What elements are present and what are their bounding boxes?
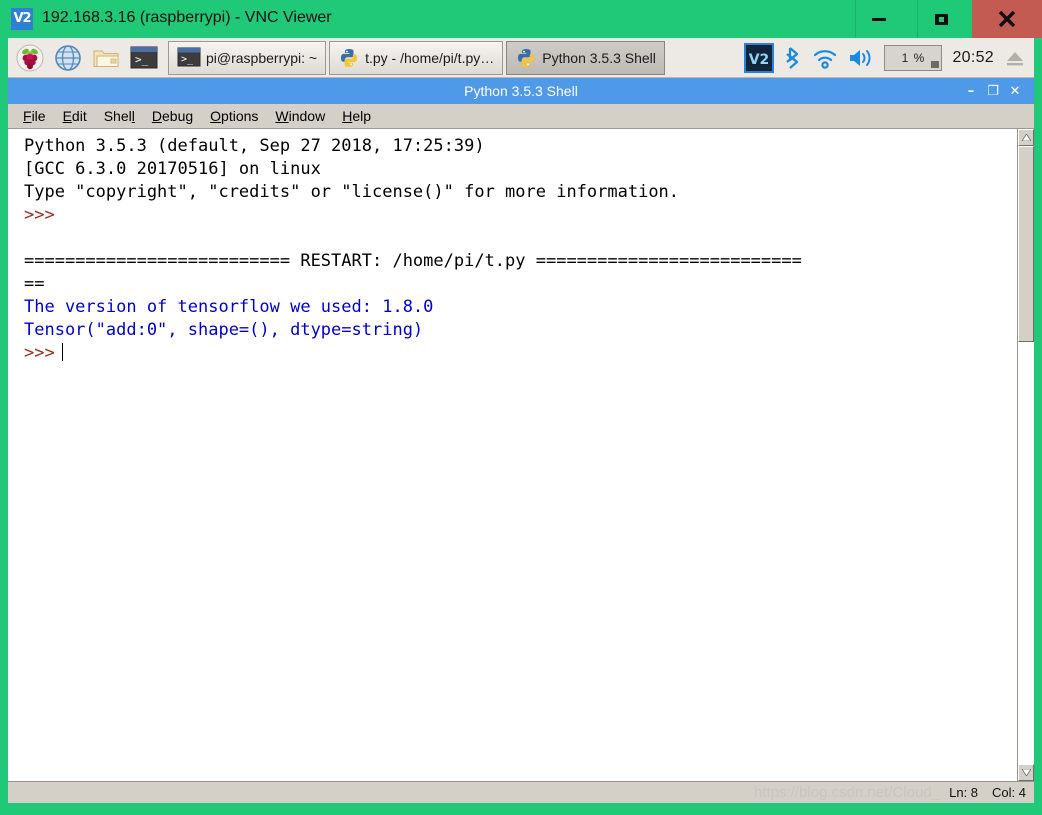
raspberry-menu-icon[interactable] <box>14 42 46 74</box>
shell-line: ========================== RESTART: /hom… <box>24 250 1017 273</box>
close-icon <box>998 10 1016 28</box>
shell-line: [GCC 6.3.0 20170516] on linux <box>24 158 1017 181</box>
vnc-minimize-button[interactable] <box>856 0 902 38</box>
python-icon <box>338 47 360 69</box>
taskbar-window-list: >_ pi@raspberrypi: ~ t.py - /home/pi/t.p… <box>168 40 665 75</box>
taskbar-window-editor-label: t.py - /home/pi/t.py… <box>365 49 495 66</box>
taskbar-window-shell-label: Python 3.5.3 Shell <box>542 49 656 66</box>
shell-minimize-button[interactable]: – <box>960 78 982 104</box>
shell-line <box>24 227 1017 250</box>
menu-debug[interactable]: Debug <box>145 106 200 126</box>
vnc-close-button[interactable] <box>972 0 1042 38</box>
shell-text-segment: [GCC 6.3.0 20170516] on linux <box>24 159 321 179</box>
vnc-viewer-screen: V2 192.168.3.16 (raspberrypi) - VNC View… <box>0 0 1042 815</box>
shell-text-segment: >>> <box>24 205 55 225</box>
menu-window[interactable]: Window <box>268 106 332 126</box>
eject-icon[interactable] <box>1004 47 1026 69</box>
menu-file[interactable]: File <box>16 106 53 126</box>
scroll-up-icon[interactable] <box>1018 129 1034 146</box>
vnc-logo-icon: V2 <box>11 8 33 30</box>
python-shell-menubar: File Edit Shell Debug Options Window Hel… <box>8 104 1034 128</box>
shell-close-button[interactable]: ✕ <box>1004 78 1026 104</box>
maximize-icon <box>935 14 948 25</box>
watermark-text: https://blog.csdn.net/Cloud_ <box>754 784 940 801</box>
menu-shell[interactable]: Shell <box>97 106 142 126</box>
python-shell-body: Python 3.5.3 (default, Sep 27 2018, 17:2… <box>8 128 1034 781</box>
taskbar-window-terminal-label: pi@raspberrypi: ~ <box>206 49 318 66</box>
shell-text-segment: The version of tensorflow we used: 1.8.0 <box>24 297 434 317</box>
bluetooth-icon[interactable] <box>784 45 802 71</box>
shell-line: Python 3.5.3 (default, Sep 27 2018, 17:2… <box>24 135 1017 158</box>
vnc-viewer-titlebar: V2 192.168.3.16 (raspberrypi) - VNC View… <box>0 0 1042 38</box>
minimize-icon <box>872 18 886 21</box>
svg-text:>_: >_ <box>181 54 194 65</box>
python-shell-titlebar: Python 3.5.3 Shell – ❐ ✕ <box>8 78 1034 104</box>
svg-text:V2: V2 <box>749 52 770 68</box>
svg-text:>_: >_ <box>135 53 149 66</box>
python-shell-window: Python 3.5.3 Shell – ❐ ✕ File Edit Shell… <box>8 78 1034 803</box>
scrollbar-thumb[interactable] <box>1018 146 1034 342</box>
terminal-icon: >_ <box>177 47 201 69</box>
shell-text-segment: == <box>24 274 45 294</box>
python-shell-statusbar: https://blog.csdn.net/Cloud_ Ln: 8 Col: … <box>8 781 1034 803</box>
menu-options[interactable]: Options <box>203 106 265 126</box>
shell-line: >>> <box>24 204 1017 227</box>
web-browser-icon[interactable] <box>52 42 84 74</box>
python-shell-title: Python 3.5.3 Shell <box>464 83 578 99</box>
system-tray: V2 1 % 20:52 <box>744 38 1034 78</box>
shell-maximize-button[interactable]: ❐ <box>982 78 1004 104</box>
shell-line: Type "copyright", "credits" or "license(… <box>24 181 1017 204</box>
wifi-icon[interactable] <box>812 46 838 70</box>
raspberry-pi-taskbar: >_ >_ pi@raspberrypi: ~ t.py - /home/pi/… <box>8 38 1034 78</box>
python-icon <box>515 47 537 69</box>
shell-line: == <box>24 273 1017 296</box>
shell-output-area[interactable]: Python 3.5.3 (default, Sep 27 2018, 17:2… <box>8 129 1017 781</box>
cpu-usage-meter[interactable]: 1 % <box>884 44 943 71</box>
volume-icon[interactable] <box>848 46 874 70</box>
vnc-viewer-title: 192.168.3.16 (raspberrypi) - VNC Viewer <box>42 9 332 26</box>
vnc-maximize-button[interactable] <box>918 0 964 38</box>
taskbar-window-terminal[interactable]: >_ pi@raspberrypi: ~ <box>168 40 327 75</box>
status-line-number: Ln: 8 <box>949 785 979 800</box>
menu-help[interactable]: Help <box>335 106 378 126</box>
terminal-icon[interactable]: >_ <box>128 42 160 74</box>
shell-text-segment: >>> <box>24 343 55 363</box>
vnc-server-icon[interactable]: V2 <box>744 42 775 73</box>
scroll-down-icon[interactable] <box>1018 764 1034 781</box>
file-manager-icon[interactable] <box>90 42 122 74</box>
clock[interactable]: 20:52 <box>952 49 994 67</box>
shell-text-segment: Tensor("add:0", shape=(), dtype=string) <box>24 320 424 340</box>
shell-text-segment: Python 3.5.3 (default, Sep 27 2018, 17:2… <box>24 136 485 156</box>
status-column-number: Col: 4 <box>992 785 1026 800</box>
taskbar-window-editor[interactable]: t.py - /home/pi/t.py… <box>329 40 504 75</box>
shell-vertical-scrollbar[interactable] <box>1017 129 1034 781</box>
cpu-usage-label: 1 % <box>901 50 926 65</box>
shell-line: Tensor("add:0", shape=(), dtype=string) <box>24 319 1017 342</box>
shell-line: The version of tensorflow we used: 1.8.0 <box>24 296 1017 319</box>
shell-line: >>> <box>24 342 1017 365</box>
shell-text-segment: ========================== RESTART: /hom… <box>24 251 802 271</box>
text-caret <box>61 343 63 361</box>
taskbar-window-shell[interactable]: Python 3.5.3 Shell <box>506 40 665 75</box>
shell-text-segment: Type "copyright", "credits" or "license(… <box>24 182 680 202</box>
cpu-bar-graph <box>931 60 940 68</box>
taskbar-launchers: >_ <box>8 42 160 74</box>
menu-edit[interactable]: Edit <box>56 106 94 126</box>
scrollbar-track[interactable] <box>1018 146 1034 764</box>
